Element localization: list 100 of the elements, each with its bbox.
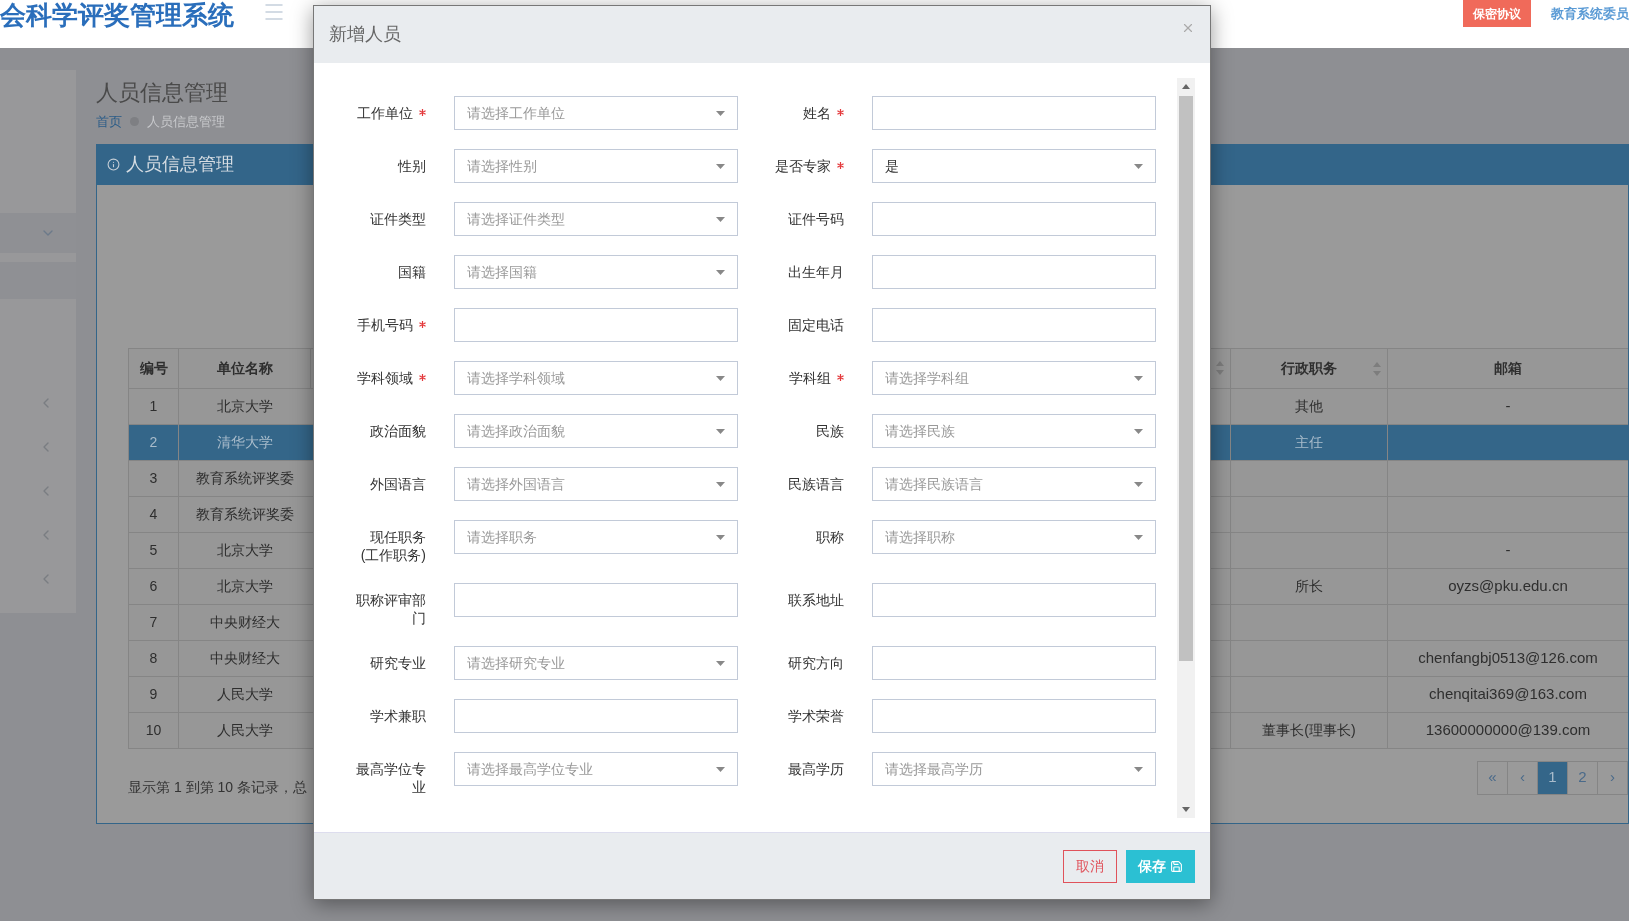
table-summary: 显示第 1 到第 10 条记录，总 [128,777,307,797]
field-label: 证件类型 [370,210,426,228]
field-label: 职称评审部门 [355,591,426,627]
field-label: 工作单位 [357,104,413,122]
select-field[interactable]: 请选择学科组 [872,361,1156,395]
field-label: 学科领域 [357,369,413,387]
breadcrumb-link[interactable]: 首页 [96,112,122,132]
select-field[interactable]: 请选择民族语言 [872,467,1156,501]
caret-icon [1134,481,1143,487]
field-label: 民族语言 [788,475,844,493]
caret-icon [716,766,725,772]
dialog-title: 新增人员 [329,23,401,46]
text-field[interactable] [454,699,738,733]
select-field[interactable]: 是 [872,149,1156,183]
select-field[interactable]: 请选择政治面貌 [454,414,738,448]
caret-icon [716,269,725,275]
table-cell: 主任 [1231,424,1388,460]
text-field[interactable] [872,583,1156,617]
field-label: 性别 [398,157,426,175]
select-field[interactable]: 请选择学科领域 [454,361,738,395]
select-field[interactable]: 请选择研究专业 [454,646,738,680]
table-cell: 4 [129,496,179,532]
caret-icon [716,481,725,487]
field-label: 最高学历 [788,760,844,778]
caret-icon [1134,534,1143,540]
text-field[interactable] [872,96,1156,130]
page-title: 人员信息管理 [96,79,228,107]
sort-icon[interactable] [1216,361,1224,375]
text-field[interactable] [872,202,1156,236]
select-field[interactable]: 请选择工作单位 [454,96,738,130]
scroll-down-icon[interactable] [1182,807,1190,812]
select-field[interactable]: 请选择最高学历 [872,752,1156,786]
field-label: 固定电话 [788,316,844,334]
field-label: 出生年月 [788,263,844,281]
table-cell: 董事长(理事长) [1231,712,1388,748]
panel-title: 人员信息管理 [126,153,234,176]
select-field[interactable]: 请选择民族 [872,414,1156,448]
select-field[interactable]: 请选择最高学位专业 [454,752,738,786]
column-header: 邮箱 [1493,358,1523,378]
caret-icon [716,534,725,540]
table-cell: 2 [129,424,179,460]
table-cell-text: 教育系统评奖委 [195,468,295,488]
text-field[interactable] [872,699,1156,733]
table-cell: 9 [129,676,179,712]
sort-icon[interactable] [1373,361,1381,376]
table-cell-text: 清华大学 [216,432,274,452]
table-cell-text: - [1504,395,1512,416]
caret-icon [716,428,725,434]
select-field[interactable]: 请选择证件类型 [454,202,738,236]
scrollbar[interactable] [1177,78,1195,818]
field-label: 民族 [816,422,844,440]
text-field[interactable] [454,308,738,342]
agreement-badge[interactable]: 保密协议 [1463,0,1531,27]
select-field[interactable]: 请选择性别 [454,149,738,183]
table-cell-text: 中央财经大 [209,648,281,668]
caret-icon [716,163,725,169]
field-label: 国籍 [398,263,426,281]
caret-icon [1134,428,1143,434]
caret-icon [1134,766,1143,772]
scroll-up-icon[interactable] [1182,84,1190,89]
page-button[interactable]: 1 [1537,760,1568,795]
table-cell-text: 中央财经大 [209,612,281,632]
info-icon [107,158,120,171]
field-label: 最高学位专业 [355,760,426,796]
text-field[interactable] [872,308,1156,342]
page-button[interactable]: « [1477,760,1508,795]
select-field[interactable]: 请选择国籍 [454,255,738,289]
table-cell-text: chenqitai369@163.com [1428,683,1588,704]
field-label: 手机号码 [357,316,413,334]
table-cell-text: 北京大学 [216,576,274,596]
text-field[interactable] [872,646,1156,680]
field-label: 外国语言 [370,475,426,493]
select-field[interactable]: 请选择职称 [872,520,1156,554]
field-label: 研究专业 [370,654,426,672]
user-name[interactable]: 教育系统委员 [1551,4,1629,24]
caret-icon [1134,163,1143,169]
select-field[interactable]: 请选择职务 [454,520,738,554]
table-cell: 其他 [1231,388,1388,424]
select-field[interactable]: 请选择外国语言 [454,467,738,501]
field-label: 现任职务(工作职务) [359,528,426,564]
caret-icon [1134,375,1143,381]
field-label: 姓名 [803,104,831,122]
page-button[interactable]: › [1597,760,1628,795]
cancel-button[interactable]: 取消 [1063,849,1117,883]
table-cell-text: - [1504,539,1512,560]
text-field[interactable] [454,583,738,617]
table-cell: 6 [129,568,179,604]
table-cell: 5 [129,532,179,568]
save-icon [1170,859,1183,873]
table-cell-text: chenfangbj0513@126.com [1417,647,1599,668]
caret-icon [716,660,725,666]
page-button[interactable]: 2 [1567,760,1598,795]
text-field[interactable] [872,255,1156,289]
field-label: 是否专家 [775,157,831,175]
save-button[interactable]: 保存 [1126,849,1195,883]
field-label: 联系地址 [788,591,844,609]
table-cell-text: 北京大学 [216,540,274,560]
column-header[interactable]: 行政职务 [1281,357,1337,379]
column-header: 编号 [129,348,179,388]
sidebar-item[interactable] [0,213,76,253]
